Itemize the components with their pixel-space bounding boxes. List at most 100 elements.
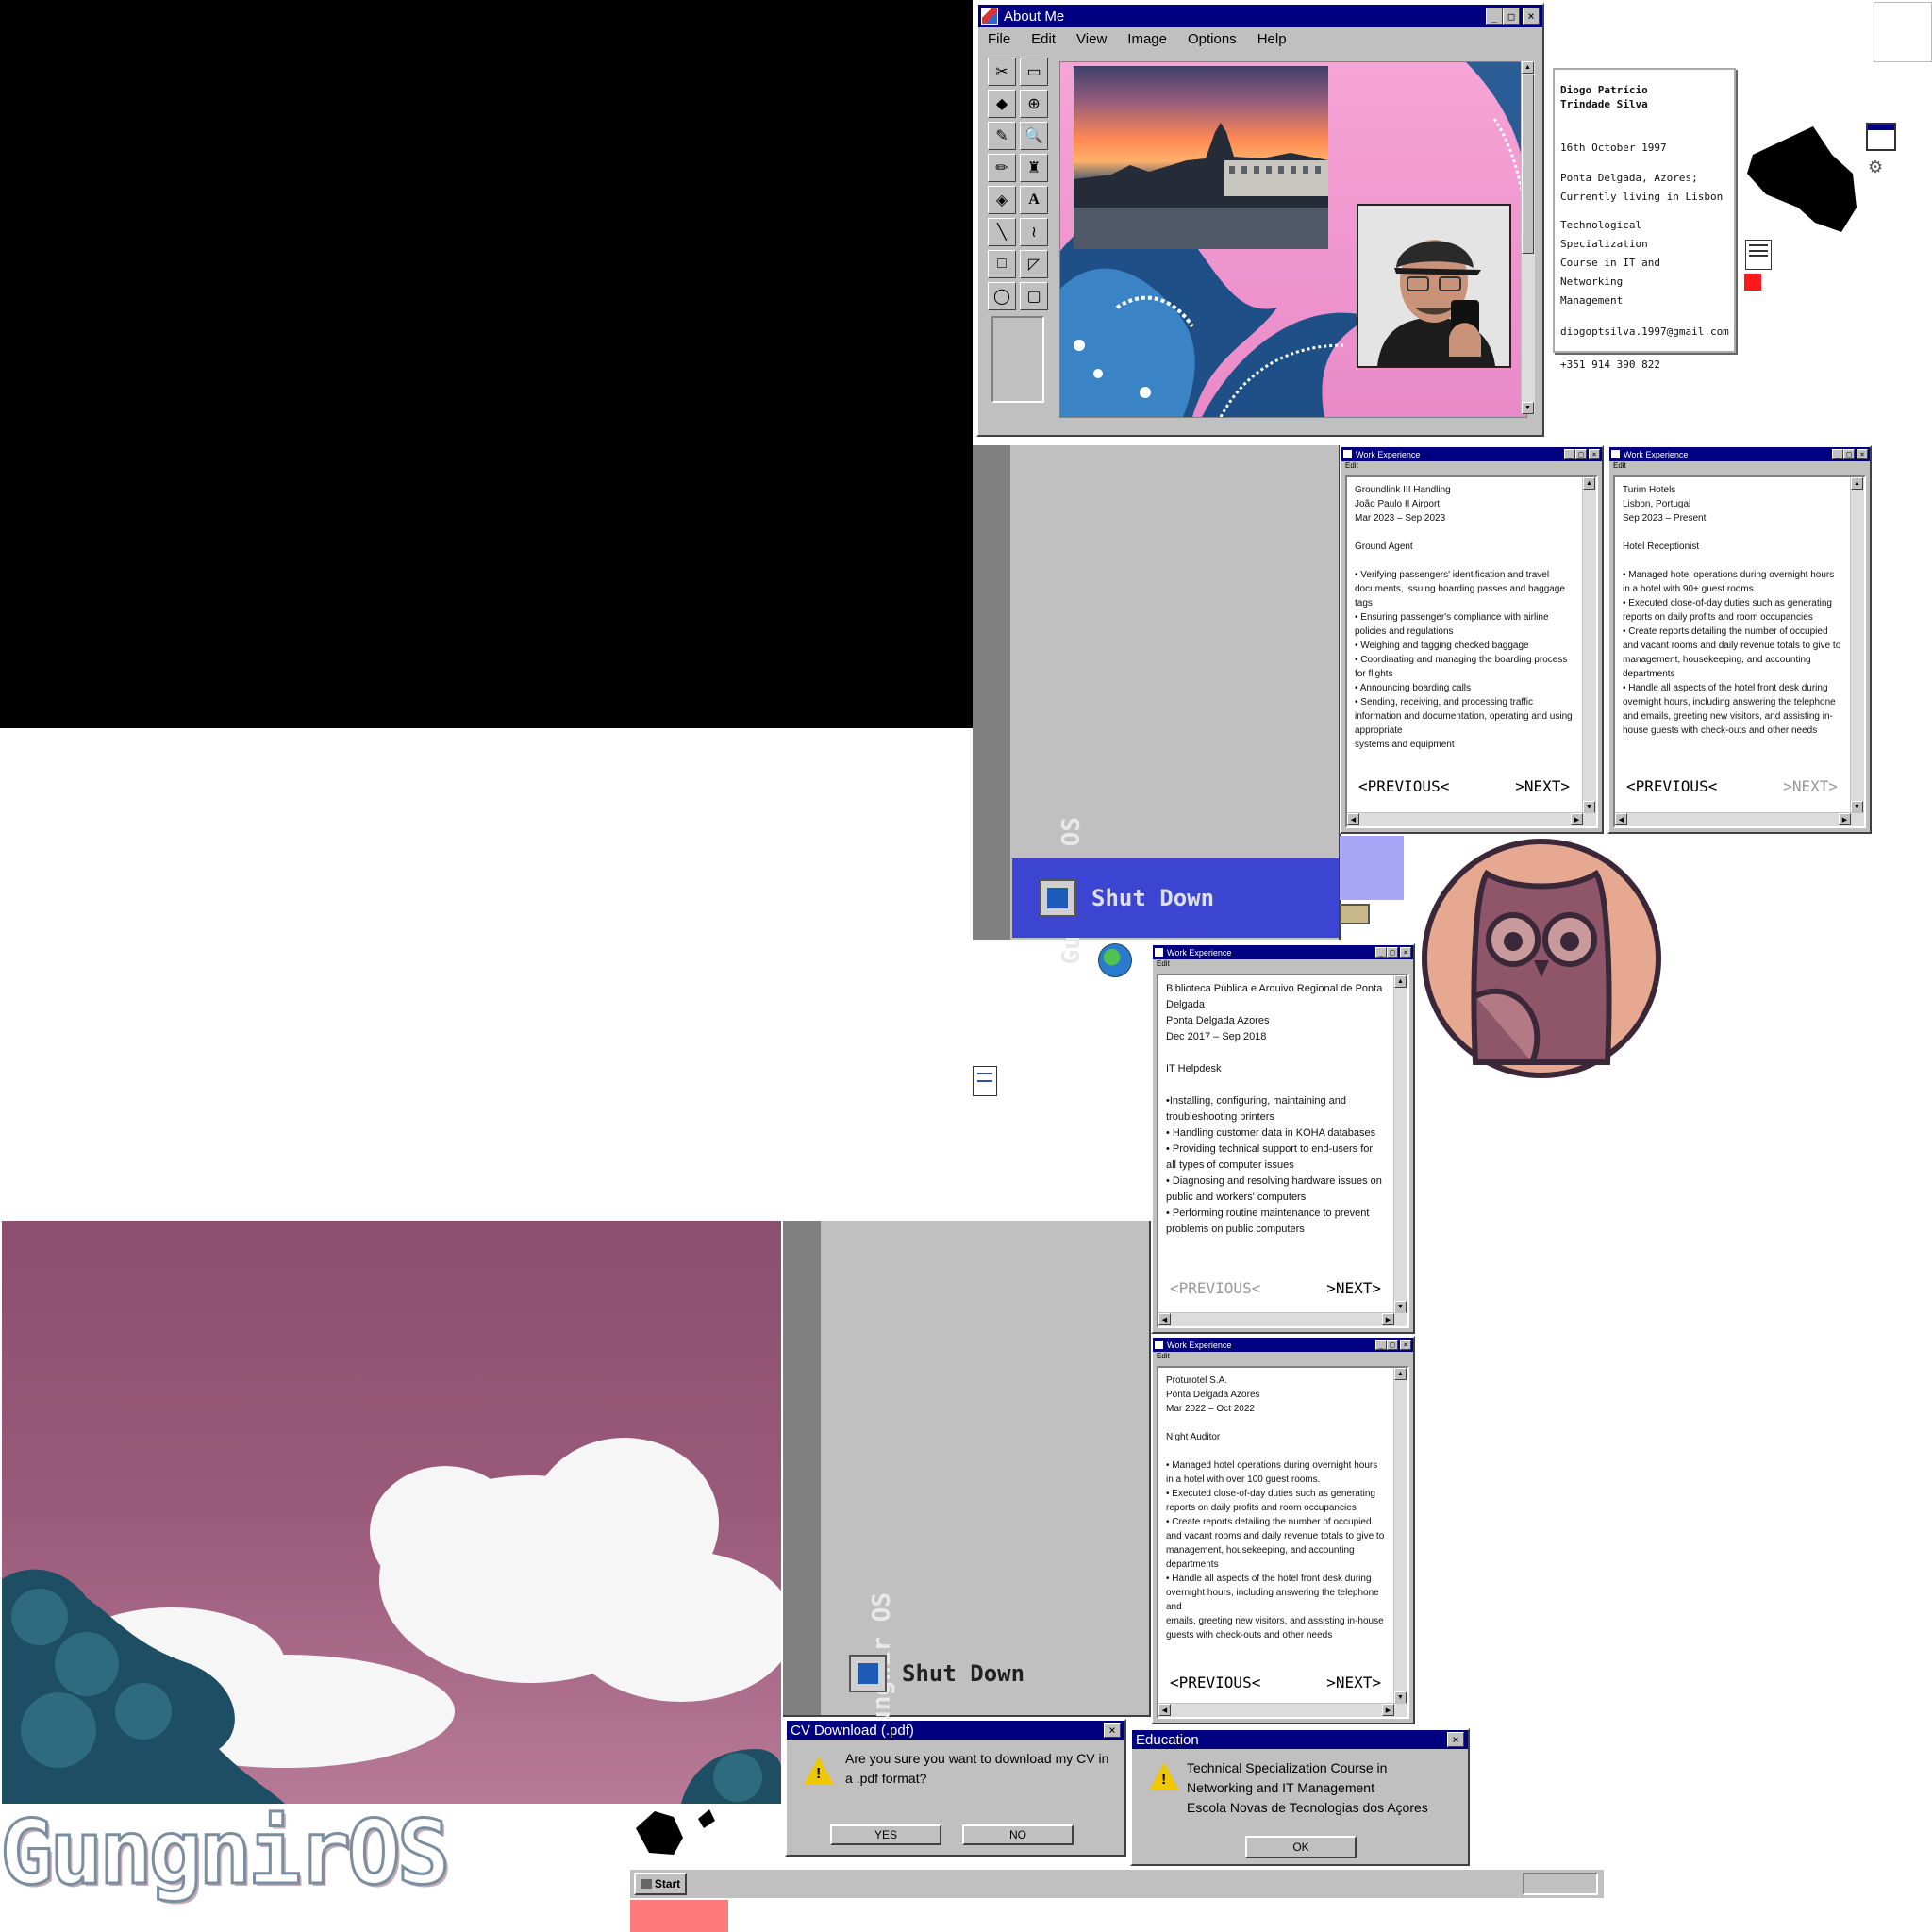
we4-horizontal-scrollbar[interactable]: ◀ ▶ [1158, 1703, 1407, 1717]
we3-minimize-button[interactable]: _ [1375, 947, 1387, 958]
magnifier-tool-icon[interactable]: 🔍 [1020, 122, 1048, 150]
menu-help[interactable]: Help [1257, 31, 1287, 47]
we2-maximize-button[interactable]: □ [1843, 449, 1855, 459]
we1-scroll-left[interactable]: ◀ [1347, 813, 1359, 825]
work-experience-window-3[interactable]: Work Experience _ □ × Edit Biblioteca Pú… [1151, 943, 1415, 1334]
pen-tool-icon[interactable]: ✎ [988, 122, 1016, 150]
we4-maximize-button[interactable]: □ [1387, 1340, 1398, 1350]
work-experience-window-1[interactable]: Work Experience _ □ × Edit Groundlink II… [1340, 445, 1604, 834]
text-tool-icon[interactable]: A [1020, 186, 1048, 214]
we3-titlebar[interactable]: Work Experience _ □ × [1153, 945, 1413, 959]
we1-previous-button[interactable]: <PREVIOUS< [1358, 777, 1449, 795]
we2-previous-button[interactable]: <PREVIOUS< [1626, 777, 1717, 795]
about-me-window[interactable]: About Me _ □ × File Edit View Image Opti… [976, 3, 1544, 437]
briefcase-icon[interactable] [1340, 904, 1370, 924]
cv-dialog-close-button[interactable]: × [1104, 1723, 1121, 1738]
we1-vertical-scrollbar[interactable]: ▲ ▼ [1582, 477, 1596, 813]
pencil-tool-icon[interactable]: ✏ [988, 154, 1016, 182]
eraser-tool-icon[interactable]: ◆ [988, 90, 1016, 118]
settings-shortcut-icon[interactable]: ⚙ [1868, 158, 1887, 175]
menu-image[interactable]: Image [1127, 31, 1167, 47]
cv-download-dialog[interactable]: CV Download (.pdf) × ! Are you sure you … [785, 1719, 1126, 1857]
we4-scroll-right[interactable]: ▶ [1382, 1704, 1394, 1716]
globe-icon[interactable] [1098, 943, 1132, 977]
we4-minimize-button[interactable]: _ [1375, 1340, 1387, 1350]
we3-menu-edit[interactable]: Edit [1153, 959, 1413, 971]
select-rect-tool-icon[interactable]: ▭ [1020, 58, 1048, 86]
shutdown-item-bottom[interactable]: Shut Down [823, 1634, 1149, 1713]
we1-next-button[interactable]: >NEXT> [1515, 777, 1570, 795]
we4-close-button[interactable]: × [1400, 1340, 1411, 1350]
we4-previous-button[interactable]: <PREVIOUS< [1170, 1674, 1260, 1691]
we3-vertical-scrollbar[interactable]: ▲ ▼ [1393, 975, 1407, 1313]
menu-edit[interactable]: Edit [1031, 31, 1056, 47]
scroll-down-button[interactable]: ▼ [1522, 402, 1534, 414]
we1-titlebar[interactable]: Work Experience _ □ × [1341, 447, 1602, 461]
we1-close-button[interactable]: × [1589, 449, 1600, 459]
cv-dialog-titlebar[interactable]: CV Download (.pdf) × [787, 1721, 1124, 1740]
cv-no-button[interactable]: NO [962, 1824, 1074, 1845]
we4-next-button[interactable]: >NEXT> [1326, 1674, 1381, 1691]
line-tool-icon[interactable]: ╲ [988, 218, 1016, 246]
we3-scroll-right[interactable]: ▶ [1382, 1313, 1394, 1325]
rectangle-tool-icon[interactable]: □ [988, 250, 1016, 278]
ellipse-tool-icon[interactable]: ◯ [988, 282, 1016, 310]
we2-minimize-button[interactable]: _ [1832, 449, 1843, 459]
we4-menu-edit[interactable]: Edit [1153, 1352, 1413, 1363]
we3-next-button[interactable]: >NEXT> [1326, 1279, 1381, 1297]
work-experience-window-2[interactable]: Work Experience _ □ × Edit Turim Hotels … [1607, 445, 1872, 834]
we3-maximize-button[interactable]: □ [1387, 947, 1398, 958]
education-dialog-titlebar[interactable]: Education × [1132, 1730, 1468, 1749]
we3-scroll-up[interactable]: ▲ [1394, 975, 1407, 988]
we1-menu-edit[interactable]: Edit [1341, 461, 1602, 473]
we1-scroll-right[interactable]: ▶ [1571, 813, 1583, 825]
shutdown-item[interactable]: Shut Down [1012, 858, 1339, 938]
we2-scroll-left[interactable]: ◀ [1615, 813, 1627, 825]
curve-tool-icon[interactable]: ≀ [1020, 218, 1048, 246]
we4-scroll-up[interactable]: ▲ [1394, 1368, 1407, 1380]
start-menu-bottom[interactable]: Gungnir OS Shut Down [783, 1221, 1151, 1740]
we2-titlebar[interactable]: Work Experience _ □ × [1609, 447, 1870, 461]
paint-canvas[interactable] [1059, 61, 1527, 418]
we2-menu-edit[interactable]: Edit [1609, 461, 1870, 473]
we2-horizontal-scrollbar[interactable]: ◀ ▶ [1615, 812, 1864, 826]
window-shortcut-icon[interactable] [1866, 123, 1896, 151]
start-menu-top[interactable]: Gungnir OS Shut Down [973, 445, 1341, 965]
canvas-vertical-scrollbar[interactable]: ▲ ▼ [1521, 61, 1535, 414]
we4-titlebar[interactable]: Work Experience _ □ × [1153, 1338, 1413, 1352]
education-dialog[interactable]: Education × ! Technical Specialization C… [1130, 1728, 1470, 1866]
minimize-button[interactable]: _ [1486, 8, 1503, 25]
we2-scroll-right[interactable]: ▶ [1839, 813, 1851, 825]
rounded-rect-tool-icon[interactable]: ▢ [1020, 282, 1048, 310]
scroll-up-button[interactable]: ▲ [1522, 61, 1534, 74]
we1-minimize-button[interactable]: _ [1564, 449, 1575, 459]
blank-shortcut-icon[interactable] [1874, 2, 1932, 62]
polygon-tool-icon[interactable]: ◸ [1020, 250, 1048, 278]
start-button[interactable]: Start [634, 1873, 687, 1895]
we1-horizontal-scrollbar[interactable]: ◀ ▶ [1347, 812, 1596, 826]
select-free-tool-icon[interactable]: ✂ [988, 58, 1016, 86]
scroll-thumb[interactable] [1522, 75, 1534, 254]
menu-view[interactable]: View [1076, 31, 1107, 47]
we3-close-button[interactable]: × [1400, 947, 1411, 958]
about-me-titlebar[interactable]: About Me _ □ × [978, 5, 1542, 27]
we1-scroll-up[interactable]: ▲ [1583, 477, 1595, 490]
we2-vertical-scrollbar[interactable]: ▲ ▼ [1850, 477, 1864, 813]
fill-tool-icon[interactable]: ⊕ [1020, 90, 1048, 118]
we3-horizontal-scrollbar[interactable]: ◀ ▶ [1158, 1312, 1407, 1326]
document-shortcut-icon[interactable] [1745, 240, 1772, 270]
education-ok-button[interactable]: OK [1245, 1836, 1357, 1858]
brush-tool-icon[interactable]: ♜ [1020, 154, 1048, 182]
airbrush-tool-icon[interactable]: ◈ [988, 186, 1016, 214]
maximize-button[interactable]: □ [1503, 8, 1520, 25]
work-experience-window-4[interactable]: Work Experience _ □ × Edit Proturotel S.… [1151, 1336, 1415, 1724]
we2-close-button[interactable]: × [1857, 449, 1868, 459]
document-search-icon[interactable] [973, 1066, 997, 1096]
we4-scroll-left[interactable]: ◀ [1158, 1704, 1171, 1716]
menu-file[interactable]: File [988, 31, 1010, 47]
menu-options[interactable]: Options [1188, 31, 1237, 47]
we1-maximize-button[interactable]: □ [1575, 449, 1587, 459]
cv-yes-button[interactable]: YES [830, 1824, 941, 1845]
close-button[interactable]: × [1523, 8, 1540, 25]
we4-vertical-scrollbar[interactable]: ▲ ▼ [1393, 1368, 1407, 1704]
